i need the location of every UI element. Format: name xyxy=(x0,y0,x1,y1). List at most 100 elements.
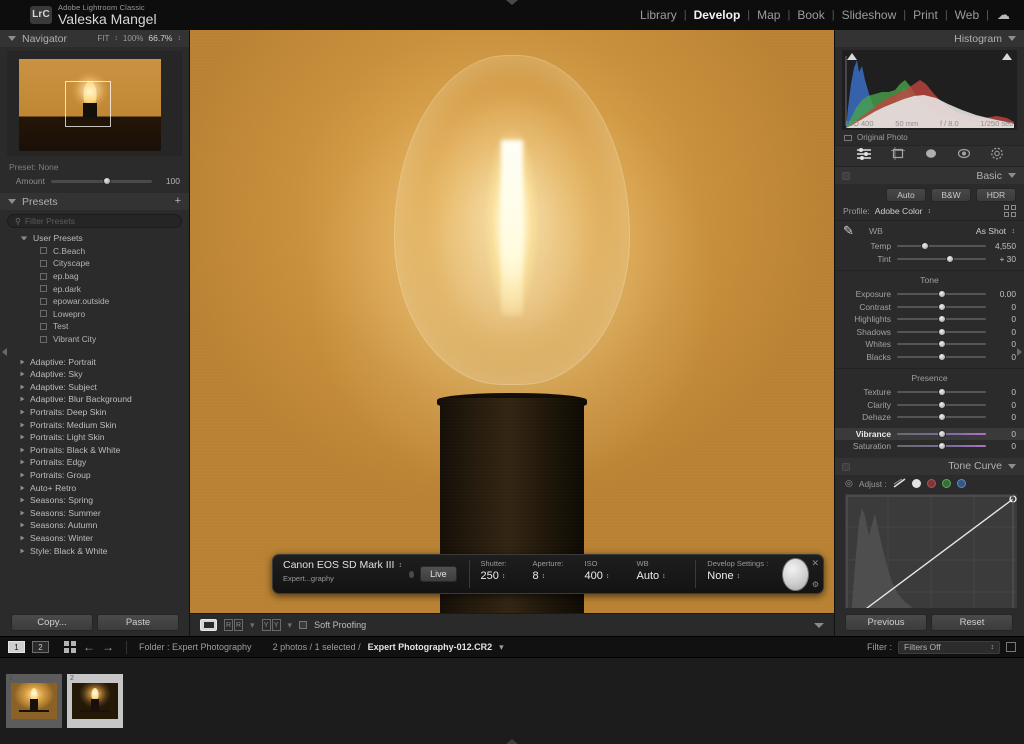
dehaze-slider-track[interactable] xyxy=(897,413,986,422)
panel-switch-icon[interactable] xyxy=(842,462,850,471)
tether-camera-name-row[interactable]: Canon EOS SD Mark III ↕ xyxy=(283,559,403,571)
top-panel-handle[interactable] xyxy=(506,0,518,5)
auto-button[interactable]: Auto xyxy=(886,188,926,202)
saturation-slider-row[interactable]: Saturation 0 xyxy=(835,440,1024,453)
tint-value[interactable]: + 30 xyxy=(992,254,1016,264)
clarity-slider-knob[interactable] xyxy=(937,400,946,409)
temp-slider-row[interactable]: Temp 4,550 xyxy=(835,240,1024,253)
preset-group[interactable]: Adaptive: Subject xyxy=(0,381,189,394)
tone-curve-header[interactable]: Tone Curve xyxy=(835,457,1024,475)
shadows-slider-knob[interactable] xyxy=(937,327,946,336)
wb-dropdown-icon[interactable]: ↕ xyxy=(1012,228,1016,235)
preset-group[interactable]: Portraits: Light Skin xyxy=(0,431,189,444)
list-item[interactable]: ep.dark xyxy=(0,282,189,295)
preset-search-box[interactable]: ⚲ Filter Presets xyxy=(7,214,182,228)
module-slideshow[interactable]: Slideshow xyxy=(835,8,904,22)
blue-channel-icon[interactable] xyxy=(956,479,966,488)
photo-preview[interactable] xyxy=(190,30,834,636)
tether-iso-value-row[interactable]: 400 ↕ xyxy=(584,570,625,582)
preset-group[interactable]: Portraits: Medium Skin xyxy=(0,418,189,431)
tether-shutter-value-row[interactable]: 250 ↕ xyxy=(480,570,521,582)
masking-icon[interactable] xyxy=(856,147,872,165)
clarity-value[interactable]: 0 xyxy=(992,400,1016,410)
panel-switch-icon[interactable] xyxy=(842,172,850,180)
list-item[interactable]: epowar.outside xyxy=(0,295,189,308)
temp-slider-knob[interactable] xyxy=(921,242,930,251)
tether-shutter-field[interactable]: Shutter: 250 ↕ xyxy=(469,555,521,593)
arrow-left-icon[interactable]: ← xyxy=(83,641,95,653)
contrast-slider-track[interactable] xyxy=(897,302,986,311)
amount-slider-track[interactable] xyxy=(51,177,152,185)
stepper-icon[interactable]: ↕ xyxy=(662,573,666,580)
saturation-slider-track[interactable] xyxy=(897,442,986,451)
survey-view-icon[interactable]: Y Y xyxy=(261,619,281,631)
list-item[interactable]: Lowepro xyxy=(0,308,189,321)
list-item[interactable]: Test xyxy=(0,320,189,333)
histogram-header[interactable]: Histogram xyxy=(835,30,1024,47)
list-item[interactable]: Cityscape xyxy=(0,257,189,270)
contrast-slider-knob[interactable] xyxy=(937,302,946,311)
module-book[interactable]: Book xyxy=(790,8,831,22)
temp-slider-track[interactable] xyxy=(897,242,986,251)
tint-slider-row[interactable]: Tint + 30 xyxy=(835,253,1024,266)
texture-slider-track[interactable] xyxy=(897,388,986,397)
blacks-slider-knob[interactable] xyxy=(937,352,946,361)
list-item[interactable]: C.Beach xyxy=(0,245,189,258)
preset-group[interactable]: Adaptive: Blur Background xyxy=(0,393,189,406)
blacks-slider-track[interactable] xyxy=(897,352,986,361)
vibrance-value[interactable]: 0 xyxy=(992,429,1016,439)
zoom-100-option[interactable]: 100% xyxy=(123,34,143,43)
blacks-slider-row[interactable]: Blacks 0 xyxy=(835,351,1024,364)
preset-group[interactable]: Seasons: Summer xyxy=(0,506,189,519)
shadow-clipping-icon[interactable] xyxy=(847,53,857,60)
previous-button[interactable]: Previous xyxy=(845,613,927,631)
display-1-button[interactable]: 1 xyxy=(8,641,25,653)
exposure-value[interactable]: 0.00 xyxy=(992,289,1016,299)
toolbar-toggle-icon[interactable] xyxy=(814,622,824,628)
radial-gradient-icon[interactable] xyxy=(990,147,1004,165)
display-2-button[interactable]: 2 xyxy=(32,641,49,653)
healing-brush-icon[interactable] xyxy=(924,147,938,165)
preset-group[interactable]: Style: Black & White xyxy=(0,544,189,557)
navigator-header[interactable]: Navigator FIT ↕ 100% 66.7% ↕ xyxy=(0,30,189,47)
eyedropper-icon[interactable]: ✎ xyxy=(843,224,863,237)
dropdown-caret-icon[interactable]: ▾ xyxy=(288,620,293,631)
soft-proofing-checkbox[interactable] xyxy=(299,621,308,629)
secondary-display-icon[interactable] xyxy=(1006,642,1016,652)
filmstrip-thumb[interactable]: 1 xyxy=(6,674,62,728)
point-curve-icon[interactable] xyxy=(893,477,906,490)
whites-slider-knob[interactable] xyxy=(937,340,946,349)
tether-capture-bar[interactable]: Canon EOS SD Mark III ↕ Expert...graphy … xyxy=(272,554,824,594)
tone-curve-target-icon[interactable]: ◎ xyxy=(845,478,853,489)
white-channel-icon[interactable] xyxy=(911,479,921,488)
preset-group[interactable]: Portraits: Deep Skin xyxy=(0,406,189,419)
preset-search-input[interactable]: Filter Presets xyxy=(25,216,75,226)
hdr-button[interactable]: HDR xyxy=(976,188,1016,202)
module-print[interactable]: Print xyxy=(906,8,945,22)
exposure-slider-row[interactable]: Exposure 0.00 xyxy=(835,288,1024,301)
histogram-graph[interactable]: ISO 400 50 mm f / 8.0 1/250 sec xyxy=(842,50,1017,130)
stepper-icon[interactable]: ↕ xyxy=(991,644,995,651)
basic-panel-header[interactable]: Basic xyxy=(835,167,1024,184)
preset-group[interactable]: Seasons: Winter xyxy=(0,532,189,545)
saturation-value[interactable]: 0 xyxy=(992,441,1016,451)
module-develop[interactable]: Develop xyxy=(687,8,748,22)
dropdown-caret-icon[interactable]: ▾ xyxy=(250,620,255,631)
stepper-icon[interactable]: ↕ xyxy=(737,573,741,580)
folder-label[interactable]: Folder : Expert Photography xyxy=(139,642,252,652)
grid-view-icon[interactable] xyxy=(64,641,76,653)
module-map[interactable]: Map xyxy=(750,8,787,22)
tether-aperture-field[interactable]: Aperture: 8 ↕ xyxy=(521,555,573,593)
highlight-clipping-icon[interactable] xyxy=(1002,53,1012,60)
navigator-preview[interactable] xyxy=(7,51,182,156)
preset-group[interactable]: Seasons: Spring xyxy=(0,494,189,507)
copy-button[interactable]: Copy... xyxy=(11,613,93,631)
live-view-button[interactable]: Live xyxy=(420,566,457,582)
highlights-slider-track[interactable] xyxy=(897,315,986,324)
clarity-slider-track[interactable] xyxy=(897,400,986,409)
wb-row[interactable]: ✎ WB As Shot ↕ xyxy=(835,224,1024,240)
texture-value[interactable]: 0 xyxy=(992,387,1016,397)
tether-aperture-value-row[interactable]: 8 ↕ xyxy=(532,570,573,582)
amount-slider-knob[interactable] xyxy=(102,177,111,185)
preset-group[interactable]: Portraits: Black & White xyxy=(0,444,189,457)
